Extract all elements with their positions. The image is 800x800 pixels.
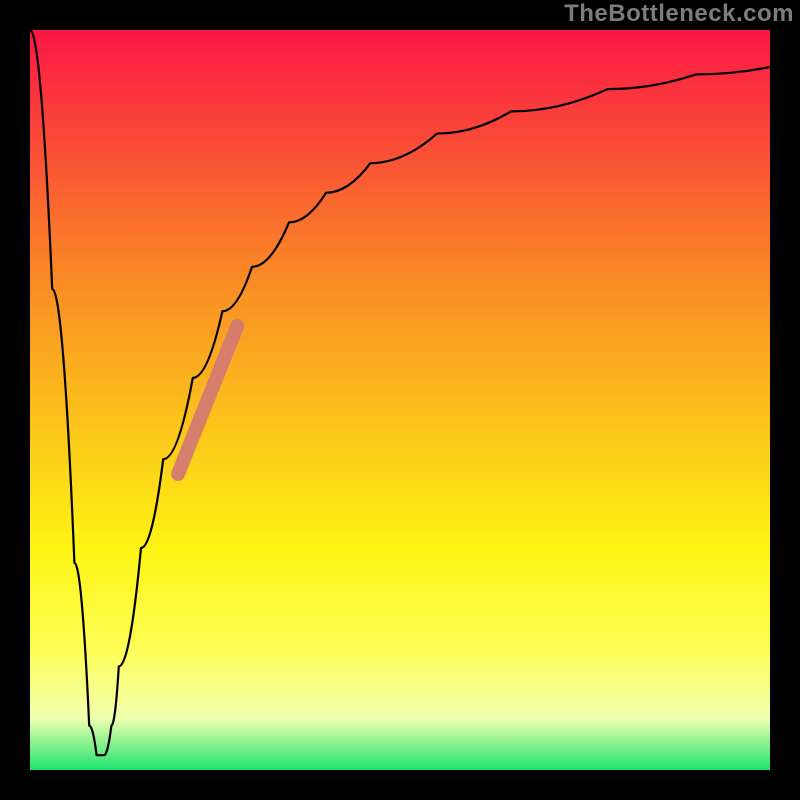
bottleneck-curve — [30, 30, 770, 755]
curve-layer — [30, 30, 770, 770]
plot-area — [30, 30, 770, 770]
chart-frame: TheBottleneck.com — [0, 0, 800, 800]
watermark-text: TheBottleneck.com — [564, 0, 794, 28]
highlight-marker-band — [178, 326, 237, 474]
